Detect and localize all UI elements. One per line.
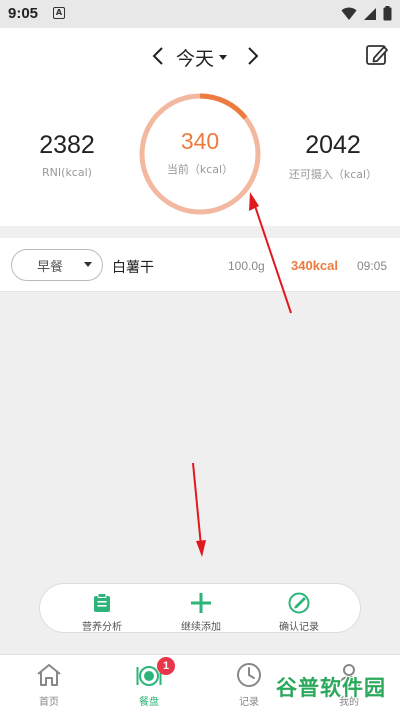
clipboard-icon — [94, 593, 110, 612]
status-time: 9:05 — [8, 5, 39, 22]
current-value: 340 — [180, 128, 220, 154]
watermark-logo: 谷普软件园 — [276, 672, 386, 702]
date-selector[interactable]: 今天 — [176, 44, 228, 70]
check-circle-icon — [288, 592, 310, 614]
confirm-record-button[interactable]: 确认记录 — [254, 592, 344, 633]
food-entry-row[interactable]: 早餐 白薯干 100.0g 340kcal 09:05 — [0, 238, 400, 292]
notification-icon: A — [53, 7, 65, 19]
wifi-icon — [341, 7, 357, 20]
signal-icon — [364, 7, 376, 20]
annotation-arrow-actionbar — [192, 462, 206, 557]
entry-time: 09:05 — [357, 259, 388, 273]
summary-card: 今天 2382 RNI(kcal) 340 当前（kcal） 2042 还可摄入… — [0, 28, 400, 226]
food-name: 白薯干 — [112, 260, 154, 276]
tab-home[interactable]: 首页 — [19, 661, 79, 708]
plate-badge: 1 — [157, 657, 175, 675]
home-icon — [37, 664, 61, 686]
action-label: 继续添加 — [181, 622, 221, 633]
caret-down-icon — [219, 55, 228, 60]
food-kcal: 340kcal — [291, 258, 338, 273]
edit-icon — [366, 45, 388, 65]
meal-type-dropdown[interactable]: 早餐 — [11, 249, 103, 281]
tab-records[interactable]: 记录 — [219, 661, 279, 708]
tab-label: 首页 — [39, 697, 59, 708]
tab-label: 餐盘 — [139, 697, 159, 708]
chevron-right-icon — [248, 47, 259, 65]
action-label: 营养分析 — [82, 622, 122, 633]
clock-icon — [237, 663, 261, 687]
rni-value: 2382 — [39, 131, 95, 159]
current-label: 当前（kcal） — [166, 163, 234, 176]
battery-icon — [383, 6, 392, 21]
previous-day-button[interactable] — [148, 42, 168, 70]
chevron-left-icon — [152, 47, 163, 65]
status-bar: 9:05 A — [0, 0, 400, 28]
plus-icon — [191, 593, 211, 613]
action-bar: 营养分析 继续添加 确认记录 — [39, 583, 361, 633]
tab-label: 记录 — [239, 697, 259, 708]
watermark-text: 谷普软件园 — [276, 676, 386, 700]
nutrition-analysis-button[interactable]: 营养分析 — [57, 592, 147, 633]
date-label: 今天 — [176, 47, 215, 70]
action-label: 确认记录 — [279, 622, 319, 633]
next-day-button[interactable] — [243, 42, 263, 70]
caret-down-icon — [84, 262, 92, 267]
food-weight: 100.0g — [228, 259, 265, 273]
date-navigator: 今天 — [0, 38, 400, 74]
tab-plate[interactable]: 1 餐盘 — [119, 657, 179, 708]
rni-label: RNI(kcal) — [42, 166, 92, 179]
edit-button[interactable] — [364, 42, 390, 68]
calorie-ring: 340 当前（kcal） — [138, 92, 262, 216]
add-more-button[interactable]: 继续添加 — [156, 592, 246, 633]
rni-stat: 2382 RNI(kcal) — [22, 131, 112, 179]
system-icons — [341, 6, 392, 21]
meal-type-value: 早餐 — [37, 259, 64, 275]
remaining-value: 2042 — [305, 131, 361, 159]
remaining-label: 还可摄入（kcal） — [288, 168, 378, 181]
remaining-stat: 2042 还可摄入（kcal） — [278, 131, 388, 182]
